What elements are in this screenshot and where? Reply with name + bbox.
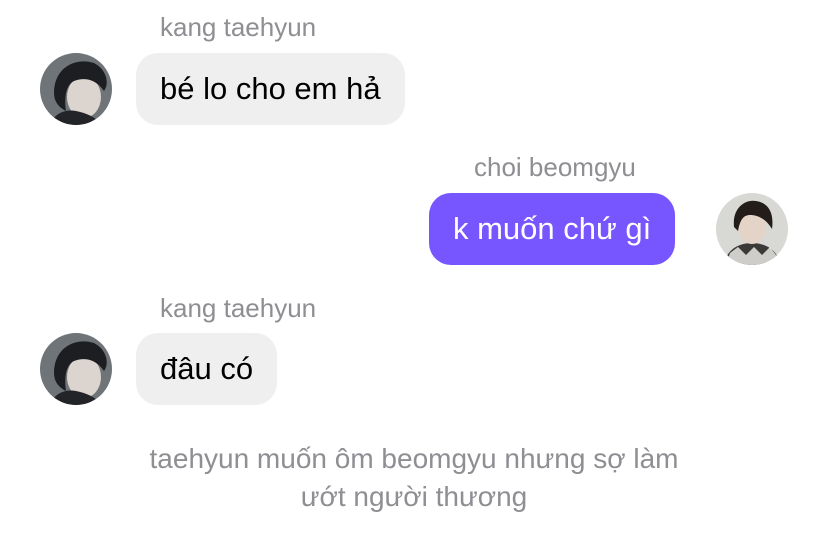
taehyun-avatar-icon[interactable] <box>40 53 112 125</box>
narration-line: ướt người thương <box>300 481 528 512</box>
taehyun-avatar-icon[interactable] <box>40 333 112 405</box>
message-bubble[interactable]: k muốn chứ gì <box>429 193 676 265</box>
narration-text: taehyun muốn ôm beomgyu nhưng sợ làm ướt… <box>60 440 768 516</box>
beomgyu-avatar-icon[interactable] <box>716 193 788 265</box>
sender-name: kang taehyun <box>160 12 317 42</box>
sender-name: choi beomgyu <box>474 152 636 182</box>
message-bubble[interactable]: đâu có <box>136 333 278 405</box>
narration-line: taehyun muốn ôm beomgyu nhưng sợ làm <box>149 443 679 474</box>
message-bubble[interactable]: bé lo cho em hả <box>136 53 405 125</box>
sender-name: kang taehyun <box>160 293 317 323</box>
